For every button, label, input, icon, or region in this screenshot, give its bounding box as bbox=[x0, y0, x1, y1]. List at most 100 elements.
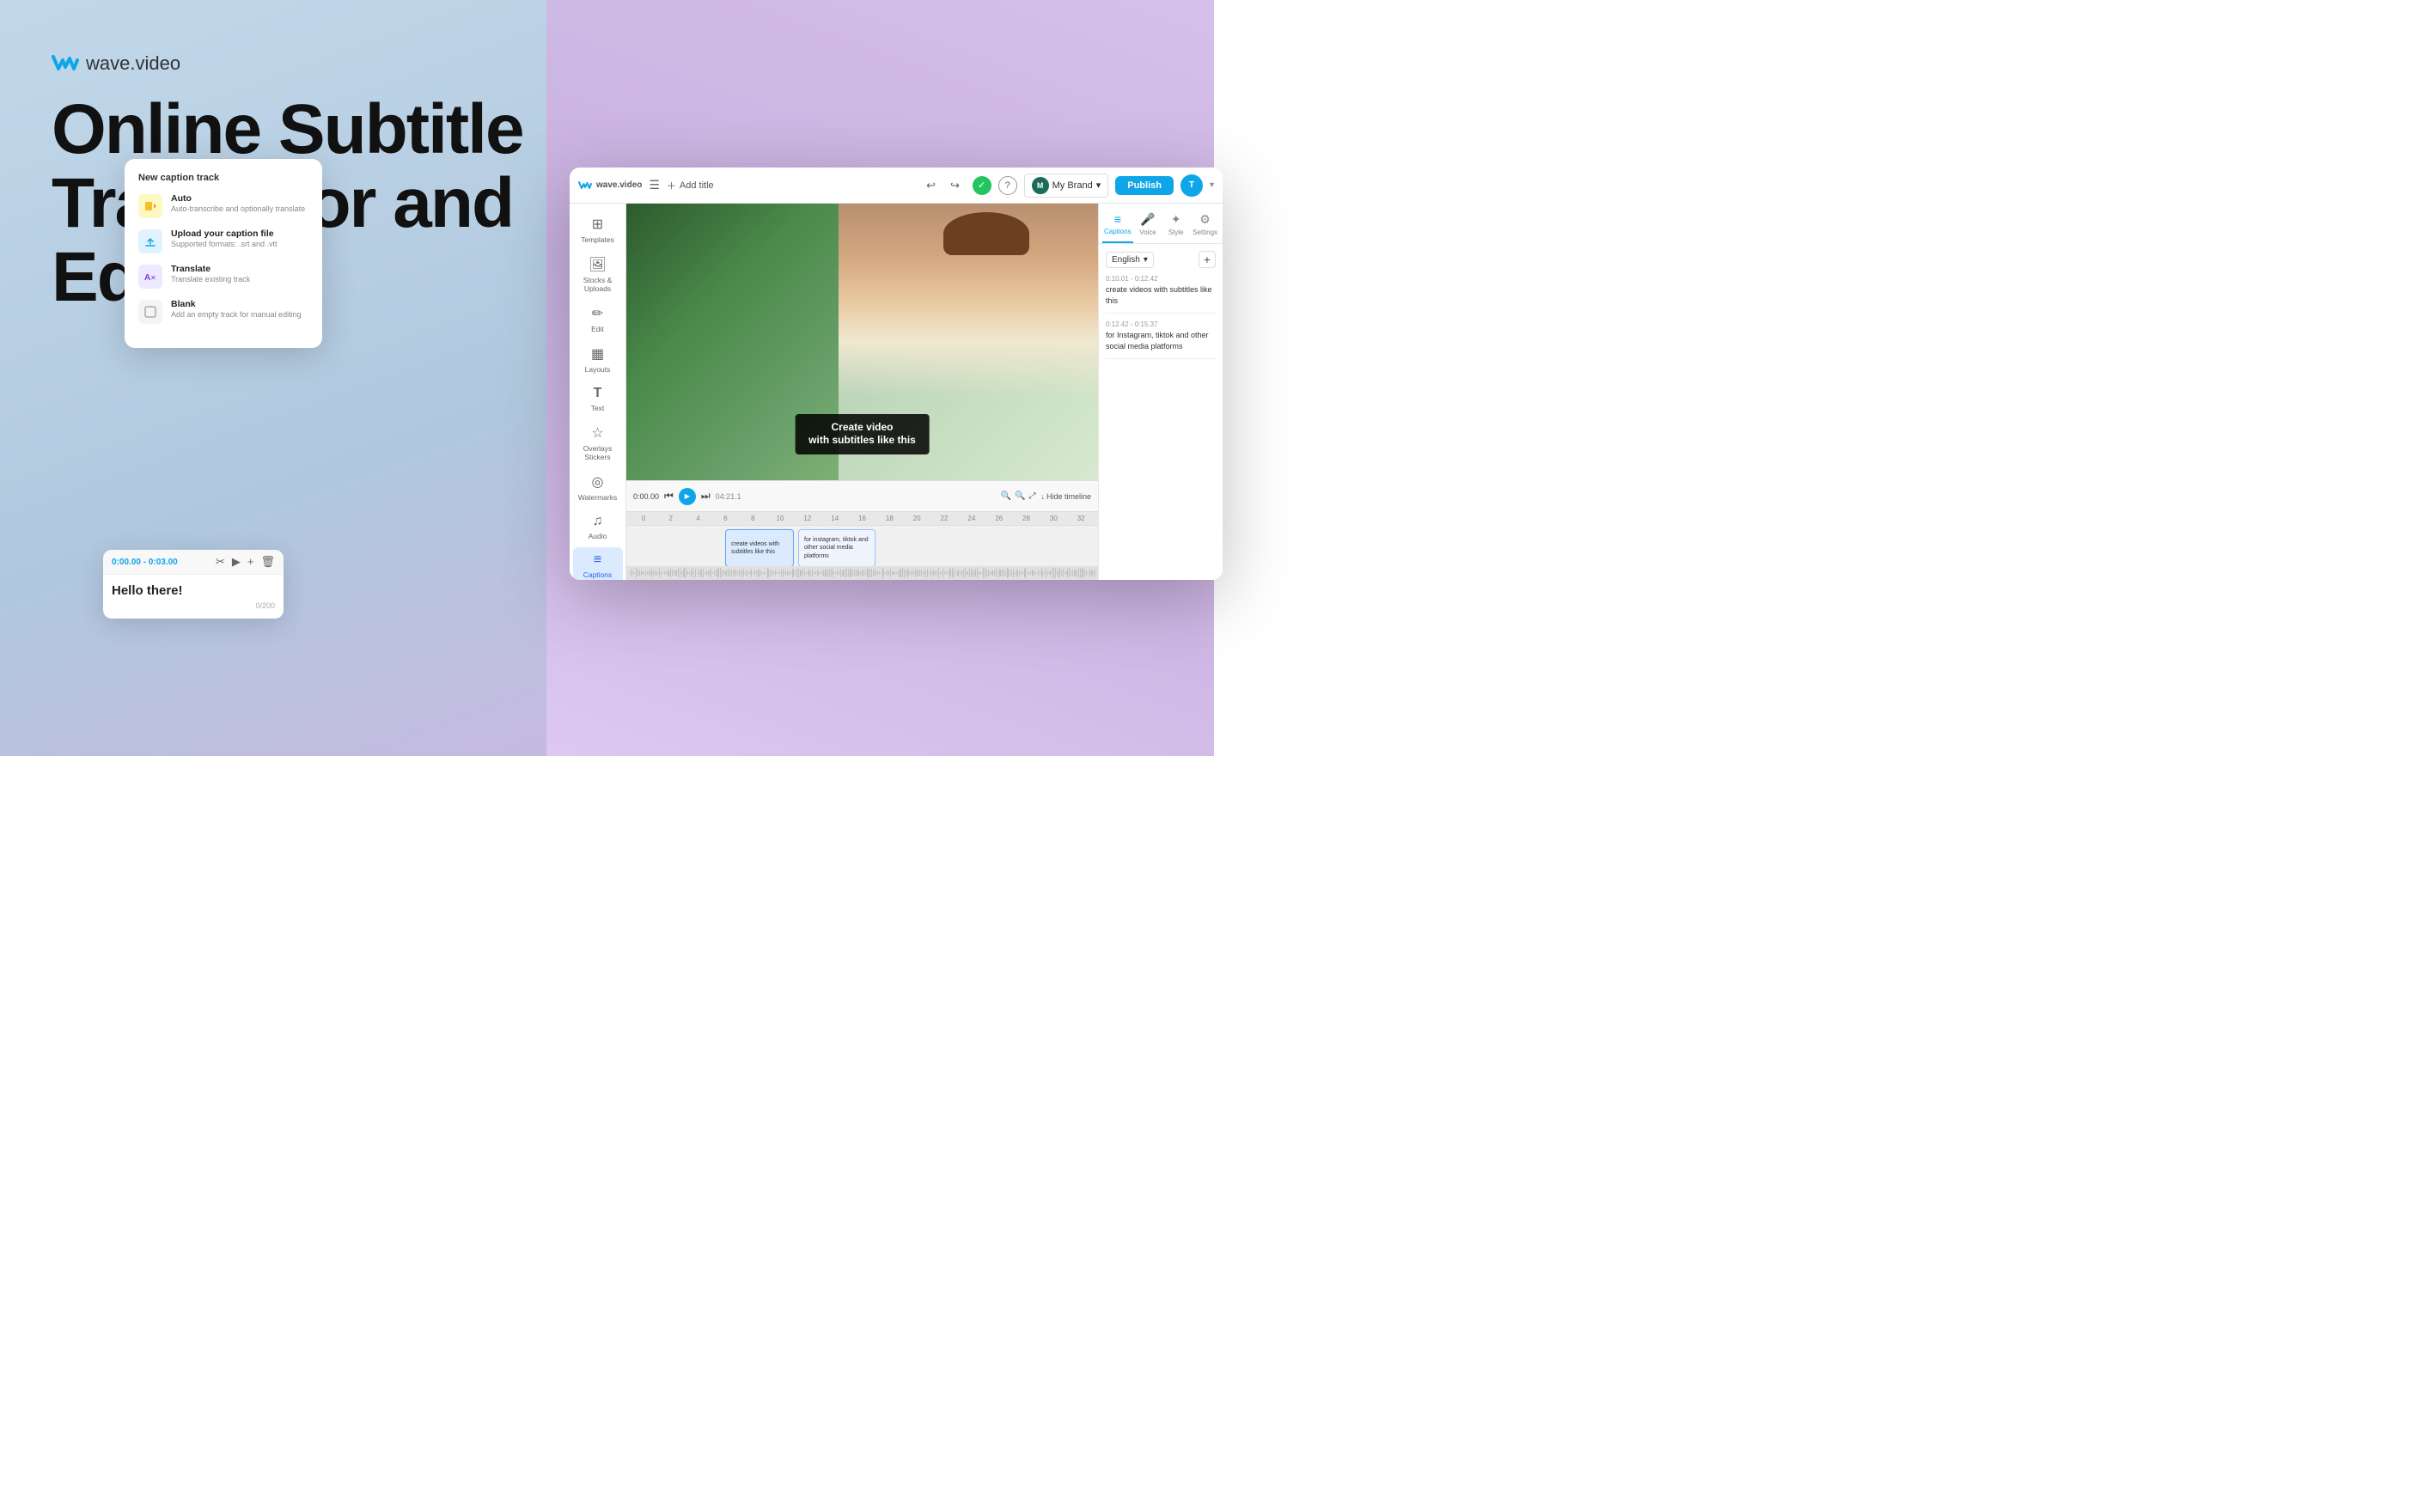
logo-row: wave.video bbox=[52, 52, 550, 76]
chevron-down-icon: ▾ bbox=[1096, 180, 1101, 191]
skip-forward-icon[interactable]: ⏭ bbox=[701, 490, 711, 503]
caption-time-2: 0:12.42 - 0:15.37 bbox=[1106, 320, 1216, 328]
tab-style[interactable]: ✦ Style bbox=[1162, 209, 1189, 243]
logo-text: wave.video bbox=[86, 52, 180, 75]
tab-voice[interactable]: 🎤 Voice bbox=[1135, 209, 1162, 243]
tab-settings[interactable]: ⚙ Settings bbox=[1191, 209, 1219, 243]
zoom-in-icon[interactable]: 🔍 bbox=[1015, 491, 1025, 501]
video-subtitle: Create video with subtitles like this bbox=[795, 414, 930, 454]
captions-icon: ≡ bbox=[594, 552, 601, 568]
hamburger-icon[interactable]: ☰ bbox=[649, 178, 660, 192]
delete-icon[interactable]: 🗑 bbox=[260, 555, 275, 569]
total-time: 04:21.1 bbox=[716, 492, 741, 501]
sidebar-item-templates[interactable]: ⊞ Templates bbox=[573, 210, 623, 249]
caption-text-2: for Instagram, tiktok and other social m… bbox=[1106, 330, 1216, 351]
caption-block-text-2: for instagram, tiktok and other social m… bbox=[804, 536, 869, 559]
subtitle-line2: with subtitles like this bbox=[808, 434, 916, 448]
publish-button[interactable]: Publish bbox=[1115, 176, 1174, 195]
settings-tab-icon: ⚙ bbox=[1199, 212, 1211, 227]
app-header: wave.video ☰ ＋ Add title ↩ ↪ ✓ ? M My Br… bbox=[570, 168, 1223, 204]
tab-captions[interactable]: ≡ Captions bbox=[1102, 209, 1133, 243]
caption-edit-body: Hello there! 0/200 bbox=[103, 575, 284, 619]
fit-icon[interactable]: ⤢ bbox=[1028, 491, 1035, 501]
plus-icon: ＋ bbox=[667, 179, 676, 192]
captions-tab-icon: ≡ bbox=[1114, 212, 1121, 226]
right-panel: ≡ Captions 🎤 Voice ✦ Style ⚙ Settings bbox=[1098, 204, 1223, 580]
app-window: wave.video ☰ ＋ Add title ↩ ↪ ✓ ? M My Br… bbox=[570, 168, 1223, 580]
timeline-controls: 0:00.00 ⏮ ▶ ⏭ 04:21.1 🔍 🔍 ⤢ ↓ Hide timel… bbox=[626, 480, 1098, 511]
skip-back-icon[interactable]: ⏮ bbox=[664, 490, 674, 503]
waveform-bars bbox=[626, 566, 1098, 580]
popup-option-blank[interactable]: Blank Add an empty track for manual edit… bbox=[138, 299, 308, 324]
brand-selector[interactable]: M My Brand ▾ bbox=[1024, 174, 1109, 198]
arrow-icon: ↓ bbox=[1040, 492, 1045, 501]
overlays-icon: ☆ bbox=[591, 424, 603, 442]
waveform bbox=[626, 566, 1098, 580]
brand-avatar: M bbox=[1032, 177, 1049, 194]
popup-option-translate[interactable]: A✕ Translate Translate existing track bbox=[138, 264, 308, 289]
app-header-logo: wave.video bbox=[578, 180, 642, 192]
hide-timeline-button[interactable]: ↓ Hide timeline bbox=[1040, 492, 1091, 501]
popup-option-upload[interactable]: Upload your caption file Supported forma… bbox=[138, 229, 308, 253]
upload-icon bbox=[138, 229, 162, 253]
caption-text-1: create videos with subtitles like this bbox=[1106, 284, 1216, 306]
stocks-icon: 🖼 bbox=[589, 256, 606, 273]
video-preview: Create video with subtitles like this bbox=[626, 204, 1098, 480]
language-select[interactable]: English ▾ bbox=[1106, 252, 1154, 268]
right-tabs: ≡ Captions 🎤 Voice ✦ Style ⚙ Settings bbox=[1099, 204, 1223, 244]
sidebar-item-layouts[interactable]: ▦ Layouts bbox=[573, 340, 623, 379]
play-button[interactable]: ▶ bbox=[679, 488, 696, 505]
watermarks-icon: ◎ bbox=[592, 473, 604, 491]
add-language-button[interactable]: + bbox=[1199, 251, 1216, 268]
main-area: Create video with subtitles like this 0:… bbox=[626, 204, 1098, 580]
caption-entry-1[interactable]: 0:10.01 - 0:12.42 create videos with sub… bbox=[1106, 275, 1216, 314]
popup-option-auto[interactable]: Auto Auto-transcribe and optionally tran… bbox=[138, 193, 308, 218]
zoom-out-icon[interactable]: 🔍 bbox=[1001, 491, 1011, 501]
sidebar-item-edit[interactable]: ✏ Edit bbox=[573, 300, 623, 338]
user-avatar[interactable]: T bbox=[1180, 174, 1203, 197]
edit-icon: ✏ bbox=[592, 305, 603, 322]
caption-edit-actions: ✂ ▶ + 🗑 bbox=[216, 555, 275, 569]
sidebar-item-audio[interactable]: ♫ Audio bbox=[573, 509, 623, 546]
undo-redo-group: ↩ ↪ bbox=[921, 175, 966, 196]
add-icon[interactable]: + bbox=[247, 555, 254, 569]
sidebar-item-stocks[interactable]: 🖼 Stocks & Uploads bbox=[573, 251, 623, 298]
auto-icon bbox=[138, 194, 162, 218]
scissors-icon[interactable]: ✂ bbox=[216, 555, 225, 569]
header-brand-name: wave.video bbox=[596, 180, 642, 190]
play-small-icon[interactable]: ▶ bbox=[232, 555, 241, 569]
right-panel-content: English ▾ + 0:10.01 - 0:12.42 create vid… bbox=[1099, 244, 1223, 580]
undo-button[interactable]: ↩ bbox=[921, 175, 942, 196]
caption-block-text-1: create videos with subtitles like this bbox=[731, 540, 788, 556]
current-time: 0:00.00 bbox=[633, 492, 659, 501]
hero-line1: Online Subtitle bbox=[52, 93, 550, 167]
sidebar-item-watermarks[interactable]: ◎ Watermarks bbox=[573, 468, 623, 507]
sidebar-item-captions[interactable]: ≡ Captions bbox=[573, 547, 623, 580]
caption-block-1[interactable]: create videos with subtitles like this bbox=[725, 529, 794, 567]
header-logo-icon bbox=[578, 180, 592, 192]
blank-icon bbox=[138, 300, 162, 324]
help-button[interactable]: ? bbox=[998, 176, 1017, 195]
ruler: 0 2 4 6 8 10 12 14 16 18 20 22 24 26 28 … bbox=[626, 512, 1098, 526]
zoom-controls: 🔍 🔍 ⤢ bbox=[1001, 491, 1036, 501]
caption-block-2[interactable]: for instagram, tiktok and other social m… bbox=[798, 529, 875, 567]
sidebar: ⊞ Templates 🖼 Stocks & Uploads ✏ Edit ▦ … bbox=[570, 204, 626, 580]
caption-edit-timerange: 0:00.00 - 0:03.00 bbox=[112, 558, 178, 567]
app-body: ⊞ Templates 🖼 Stocks & Uploads ✏ Edit ▦ … bbox=[570, 204, 1223, 580]
translate-icon: A✕ bbox=[138, 265, 162, 289]
caption-entry-2[interactable]: 0:12.42 - 0:15.37 for Instagram, tiktok … bbox=[1106, 320, 1216, 359]
track-area: 0 2 4 6 8 10 12 14 16 18 20 22 24 26 28 … bbox=[626, 511, 1098, 580]
redo-button[interactable]: ↪ bbox=[945, 175, 966, 196]
add-title-button[interactable]: ＋ Add title bbox=[667, 179, 714, 192]
sidebar-item-overlays[interactable]: ☆ Overlays Stickers bbox=[573, 419, 623, 466]
caption-edit-text[interactable]: Hello there! bbox=[112, 583, 275, 598]
language-row: English ▾ + bbox=[1106, 251, 1216, 268]
caption-edit-header: 0:00.00 - 0:03.00 ✂ ▶ + 🗑 bbox=[103, 550, 284, 575]
sidebar-item-text[interactable]: T Text bbox=[573, 381, 623, 418]
video-background: Create video with subtitles like this bbox=[626, 204, 1098, 480]
wave-logo-icon bbox=[52, 52, 79, 76]
voice-tab-icon: 🎤 bbox=[1140, 212, 1155, 227]
lang-chevron-icon: ▾ bbox=[1144, 255, 1148, 265]
user-chevron-icon: ▾ bbox=[1210, 180, 1214, 190]
audio-icon: ♫ bbox=[593, 514, 603, 529]
